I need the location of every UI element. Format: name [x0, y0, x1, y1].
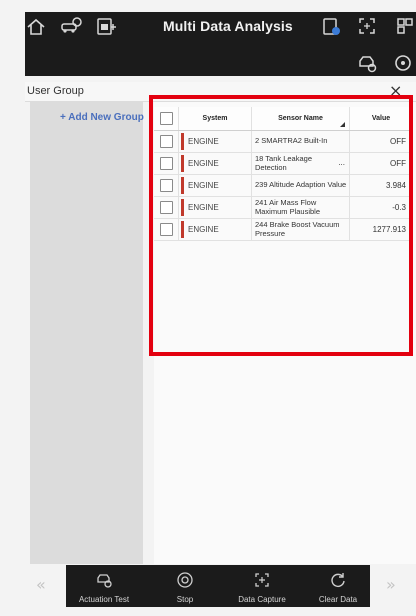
stop-button[interactable]: Stop	[150, 565, 220, 607]
clear-data-button[interactable]: Clear Data	[306, 565, 370, 607]
capture-icon	[255, 573, 269, 587]
page-title: Multi Data Analysis	[163, 18, 293, 34]
next-page-button[interactable]: »	[386, 575, 396, 594]
car-test-icon	[97, 574, 112, 588]
app-window: Multi Data Analysis User Group × + Add N…	[0, 0, 416, 616]
stop-label: Stop	[176, 595, 194, 604]
battery-icon[interactable]	[321, 15, 343, 37]
refresh-icon	[331, 573, 345, 587]
grid-icon[interactable]	[394, 15, 416, 37]
prev-page-button[interactable]: «	[36, 575, 46, 594]
data-capture-button[interactable]: Data Capture	[226, 565, 298, 607]
home-icon[interactable]	[25, 16, 47, 38]
data-capture-label: Data Capture	[238, 595, 286, 604]
wheel-icon[interactable]	[392, 52, 414, 74]
capture-icon[interactable]	[356, 15, 378, 37]
actuation-test-button[interactable]: Actuation Test	[66, 565, 142, 607]
user-group-panel: + Add New Group	[30, 102, 144, 564]
add-new-group-button[interactable]: + Add New Group	[60, 112, 144, 123]
highlight-box	[149, 95, 413, 356]
clear-data-label: Clear Data	[318, 595, 358, 604]
scanner-icon[interactable]	[95, 15, 117, 37]
bottom-toolbar: Actuation Test Stop Data Capture Clear D…	[66, 565, 370, 607]
actuation-test-label: Actuation Test	[78, 595, 130, 604]
top-header: Multi Data Analysis	[25, 12, 416, 76]
vehicle-settings-icon[interactable]	[59, 15, 83, 37]
stop-icon	[177, 572, 193, 588]
user-group-label: User Group	[27, 85, 84, 97]
vehicle-check-icon[interactable]	[356, 52, 378, 74]
